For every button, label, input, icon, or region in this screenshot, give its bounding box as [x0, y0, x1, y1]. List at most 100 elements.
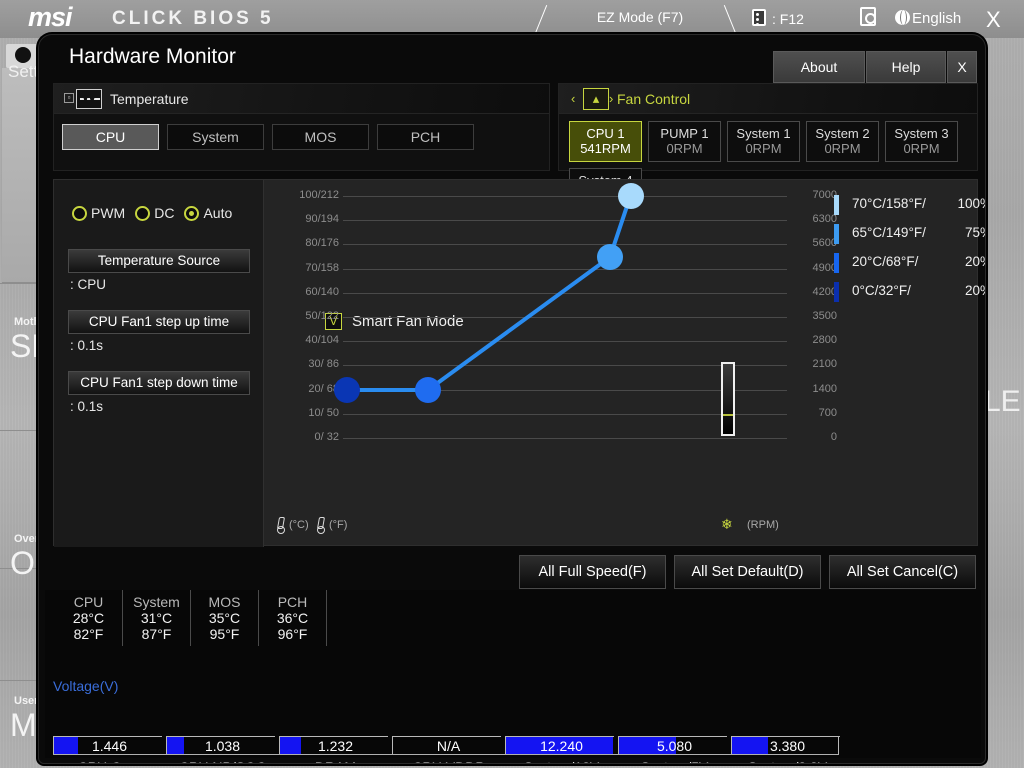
voltage-label: System/5V [618, 759, 731, 763]
fan-curve-legend: 70°C/158°F/ 100% 65°C/149°F/ 75% 20°C/68… [834, 192, 985, 308]
thermometer-icon [277, 517, 285, 534]
legend-label: 0°C/32°F/ [852, 283, 911, 298]
voltage-value: 3.380 [769, 738, 806, 754]
tab-cpu[interactable]: CPU [62, 124, 159, 150]
voltage-section-title: Voltage(V) [53, 678, 119, 694]
rpm-axis-tick-label: 5600 [812, 237, 837, 250]
unit-celsius-label: (°C) [289, 519, 309, 531]
fan-control-panel-header: ‹ ▴ › Fan Control [559, 84, 977, 114]
dialog-close-button[interactable]: X [947, 51, 977, 83]
step-down-time-button[interactable]: CPU Fan1 step down time [68, 371, 250, 395]
voltage-value: 5.080 [656, 738, 693, 754]
curve-point-0[interactable] [334, 376, 360, 403]
y-axis-tick-label: 80/176 [305, 237, 339, 250]
fan-name: CPU 1 [586, 126, 625, 141]
fan-name: System 2 [815, 126, 870, 141]
y-axis-tick-label: 0/ 32 [314, 431, 339, 443]
all-set-default-button[interactable]: All Set Default(D) [674, 555, 821, 589]
fan-button-system1[interactable]: System 1 0RPM [727, 121, 800, 162]
temperature-source-button[interactable]: Temperature Source [68, 249, 250, 273]
fan-button-pump1[interactable]: PUMP 1 0RPM [648, 121, 721, 162]
fan-action-buttons: All Full Speed(F) All Set Default(D) All… [519, 555, 976, 589]
voltage-label: System/3.3V [731, 759, 844, 763]
legend-color-swatch [834, 224, 839, 244]
y-axis-tick-label: 60/140 [305, 285, 339, 298]
globe-icon[interactable] [895, 10, 910, 25]
temp-readout-fahrenheit: 87°F [141, 626, 172, 642]
about-button[interactable]: About [773, 51, 865, 83]
fan-control-panel: ‹ ▴ › Fan Control CPU 1 541RPM PUMP 1 0R… [558, 83, 978, 209]
msi-logo: msi [28, 2, 73, 32]
all-full-speed-button[interactable]: All Full Speed(F) [519, 555, 666, 589]
radio-pwm-label: PWM [91, 205, 126, 221]
step-down-time-value: : 0.1s [70, 399, 104, 414]
fan-curve-chart[interactable]: 100/212 90/194 80/176 70/158 60/140 50/122 40/… [269, 183, 985, 534]
fan-rpm: 0RPM [666, 141, 703, 156]
curve-segment [426, 254, 612, 392]
fan-button-system3[interactable]: System 3 0RPM [885, 121, 958, 162]
temp-readout-celsius: 36°C [276, 610, 309, 626]
legend-color-swatch [834, 195, 839, 215]
help-button[interactable]: Help [866, 51, 946, 83]
voltage-axis-line [53, 754, 839, 755]
legend-row[interactable]: 0°C/32°F/ 20% [834, 279, 985, 308]
fan-button-system2[interactable]: System 2 0RPM [806, 121, 879, 162]
radio-auto[interactable] [184, 205, 200, 221]
all-set-cancel-button[interactable]: All Set Cancel(C) [829, 555, 976, 589]
legend-percent: 20% [964, 283, 985, 298]
thermometer-icon [317, 517, 325, 534]
fan-curve-icon: ▴ [583, 88, 609, 110]
fan-name: System 1 [736, 126, 791, 141]
fan-curve-plot[interactable] [334, 183, 787, 494]
temperature-panel-header: ▫ Temperature [54, 84, 549, 114]
screenshot-icon[interactable] [752, 9, 766, 26]
rpm-axis-tick-label: 2800 [812, 334, 837, 347]
chevron-left-icon[interactable]: ‹ [571, 91, 575, 106]
legend-row[interactable]: 20°C/68°F/ 20% [834, 250, 985, 279]
y-axis-tick-label: 40/104 [305, 334, 339, 347]
bios-brand-subtitle: CLICK BIOS 5 [112, 8, 274, 29]
step-up-time-button[interactable]: CPU Fan1 step up time [68, 310, 250, 334]
radio-pwm[interactable] [72, 205, 87, 221]
rpm-axis-tick-label: 2100 [812, 358, 837, 371]
tab-system[interactable]: System [167, 124, 264, 150]
fan-settings-panel: PWM DC Auto Temperature Source : CPU CPU… [54, 180, 264, 547]
tab-pch[interactable]: PCH [377, 124, 474, 150]
radio-dc-label: DC [154, 205, 175, 221]
fan-rpm: 0RPM [824, 141, 861, 156]
voltage-label: CPU Core [53, 759, 166, 763]
status-strip: CPU 28°C 82°F System 31°C 87°F MOS 35°C … [45, 590, 981, 763]
panels-region: ▫ Temperature CPU System MOS PCH ‹ ▴ › F… [45, 83, 985, 558]
chart-footer: (°C) (°F) ❄ (RPM) [269, 516, 979, 536]
voltage-label: System/12V [505, 759, 618, 763]
curve-point-3[interactable] [617, 183, 644, 209]
fan-button-cpu1[interactable]: CPU 1 541RPM [569, 121, 642, 162]
hardware-monitor-dialog: Hardware Monitor About Help X ▫ Temperat… [38, 34, 986, 764]
collapse-icon[interactable]: ▫ [64, 93, 74, 103]
legend-row[interactable]: 70°C/158°F/ 100% [834, 192, 985, 221]
rpm-axis-tick-label: 0 [830, 431, 837, 443]
chevron-right-icon[interactable]: › [609, 91, 613, 106]
tab-mos[interactable]: MOS [272, 124, 369, 150]
close-icon[interactable]: X [986, 7, 1001, 33]
temperature-tabs: CPU System MOS PCH [62, 124, 474, 150]
dialog-header: Hardware Monitor About Help X [39, 35, 985, 83]
voltage-value: 1.446 [91, 738, 128, 754]
y-axis-tick-label: 20/ 68 [308, 382, 339, 395]
radio-dc[interactable] [135, 205, 151, 221]
fan-name: PUMP 1 [660, 126, 709, 141]
search-icon[interactable] [860, 7, 876, 26]
temp-readout-system: System 31°C 87°F [123, 590, 191, 646]
legend-label: 20°C/68°F/ [852, 254, 919, 269]
ez-mode-button[interactable]: EZ Mode (F7) [545, 3, 735, 33]
curve-point-1[interactable] [415, 376, 441, 403]
curve-point-2[interactable] [597, 243, 624, 270]
temp-readout-mos: MOS 35°C 95°F [191, 590, 259, 646]
temp-readout-fahrenheit: 95°F [209, 626, 240, 642]
unit-rpm-label: (RPM) [747, 519, 779, 531]
temp-readout-name: PCH [277, 594, 308, 610]
temperature-panel-title: Temperature [110, 91, 189, 107]
language-label[interactable]: English [912, 10, 961, 27]
rpm-axis-tick-label: 700 [818, 406, 837, 419]
legend-row[interactable]: 65°C/149°F/ 75% [834, 221, 985, 250]
